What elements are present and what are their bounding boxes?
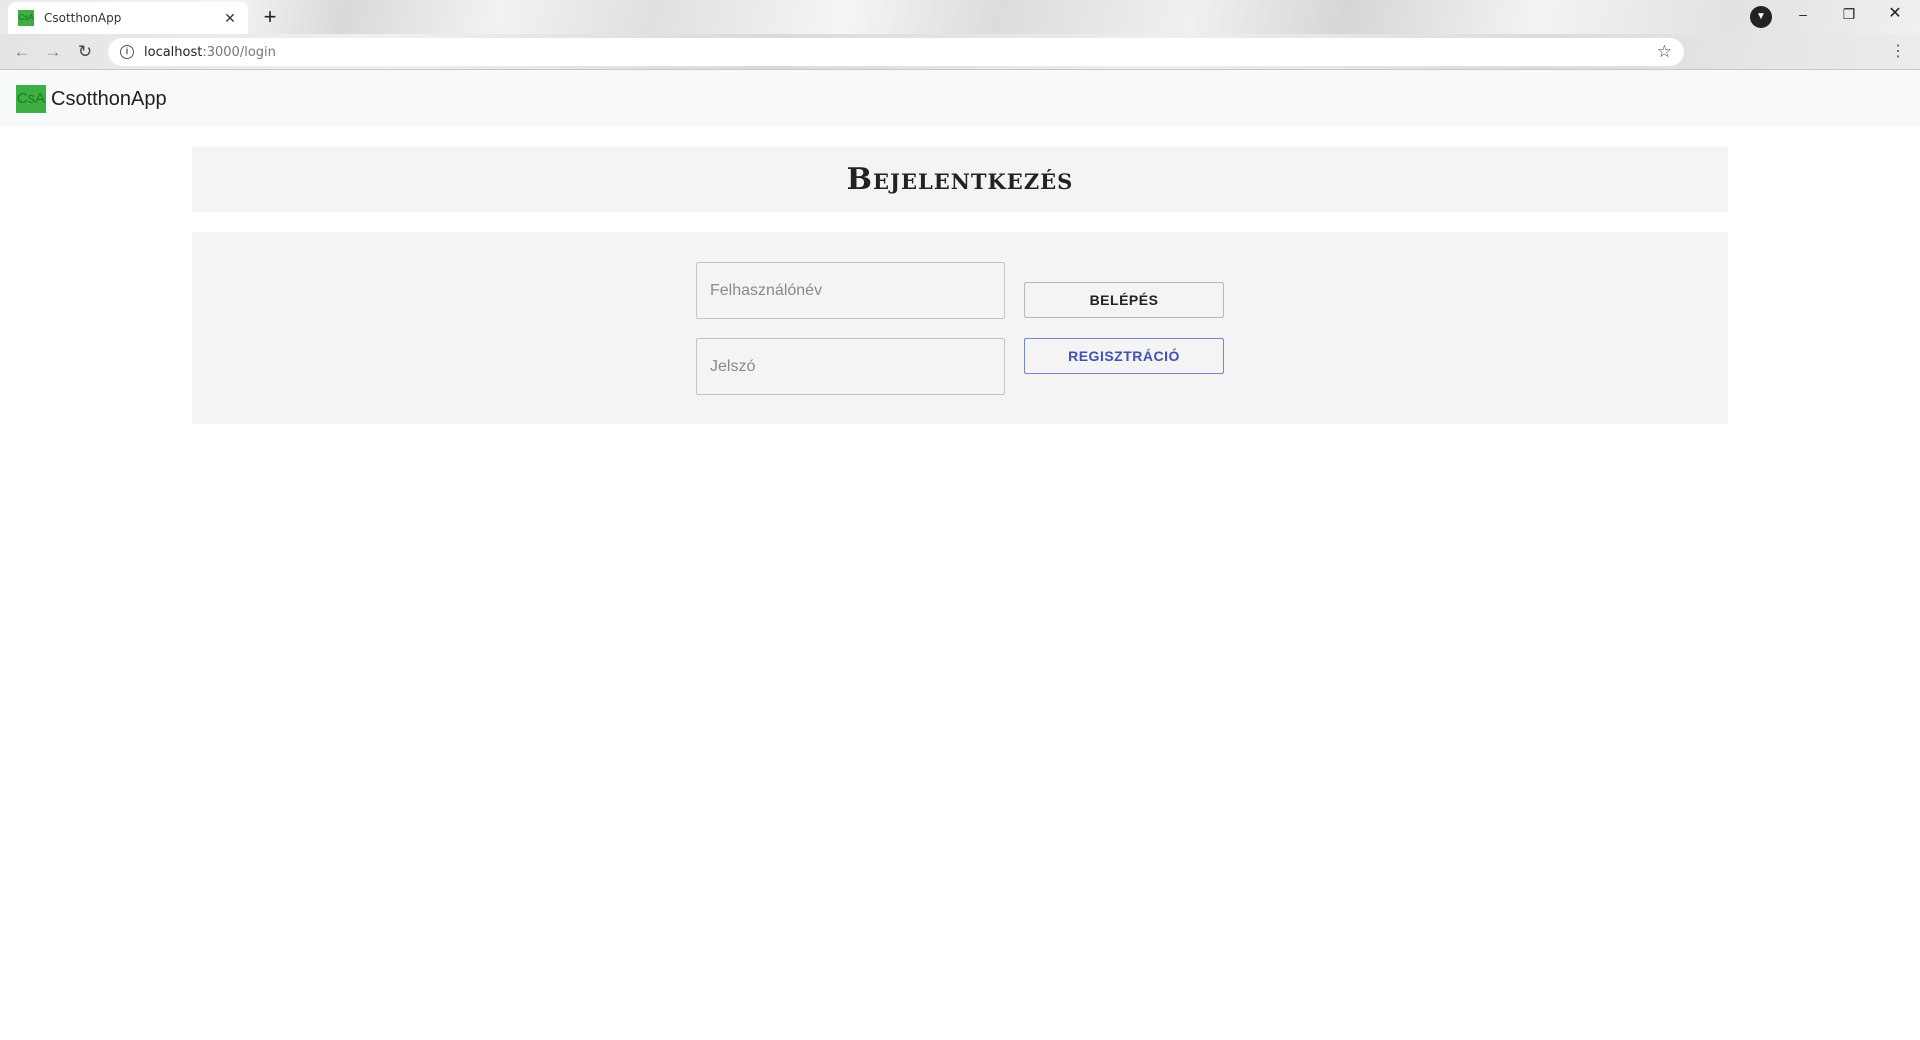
more-vertical-icon[interactable]: ⋮ [1890, 40, 1906, 64]
tab-close-icon[interactable]: ✕ [222, 10, 238, 27]
brand-logo: CsA [16, 85, 46, 113]
info-icon[interactable]: i [120, 45, 134, 59]
browser-toolbar: ← → ↻ i localhost :3000/login ☆ ⋮ [0, 34, 1920, 70]
brand-name: CsotthonApp [51, 87, 167, 110]
arrow-left-icon[interactable]: ← [10, 40, 34, 64]
app-navbar: CsA CsotthonApp [0, 70, 1920, 127]
maximize-button[interactable]: ❐ [1826, 0, 1872, 30]
arrow-right-icon[interactable]: → [41, 40, 65, 64]
page-title: Bejelentkezés [846, 162, 1074, 197]
title-panel: Bejelentkezés [192, 147, 1728, 212]
browser-tab[interactable]: CsA CsotthonApp ✕ [8, 2, 248, 34]
close-window-button[interactable]: ✕ [1872, 0, 1918, 30]
favicon-icon: CsA [18, 10, 34, 26]
browser-tab-strip: CsA CsotthonApp ✕ + ▼ – ❐ ✕ [0, 0, 1920, 34]
tab-title: CsotthonApp [44, 11, 122, 25]
username-input[interactable] [696, 262, 1005, 319]
login-button[interactable]: BELÉPÉS [1024, 282, 1224, 318]
password-input[interactable] [696, 338, 1005, 395]
reload-icon[interactable]: ↻ [73, 40, 97, 64]
profile-icon[interactable]: ▼ [1750, 6, 1772, 28]
register-button[interactable]: REGISZTRÁCIÓ [1024, 338, 1224, 374]
star-icon[interactable]: ☆ [1657, 42, 1672, 62]
minimize-button[interactable]: – [1780, 0, 1826, 30]
login-form-panel: BELÉPÉS REGISZTRÁCIÓ [192, 232, 1728, 424]
url-host: localhost [144, 44, 203, 60]
url-path: :3000/login [202, 44, 276, 60]
address-bar[interactable]: i localhost :3000/login ☆ [108, 38, 1684, 66]
new-tab-button[interactable]: + [256, 6, 284, 30]
brand-link[interactable]: CsA CsotthonApp [16, 85, 167, 113]
